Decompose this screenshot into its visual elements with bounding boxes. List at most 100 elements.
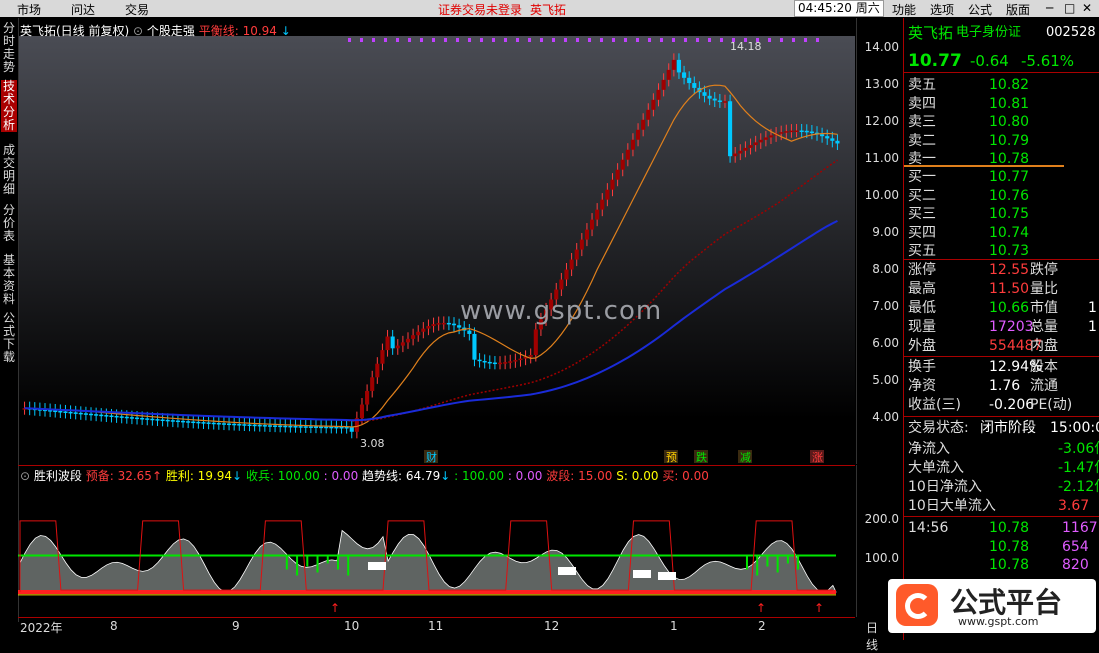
quote-row: 收益(三) -0.206 PE(动) <box>908 396 1098 414</box>
date-tick: 2 <box>758 619 766 633</box>
candle-body <box>303 426 308 428</box>
green-bar <box>347 555 350 576</box>
sub-buy: 买: 0.00 <box>662 469 709 483</box>
sub-tick-100: 100.0 <box>864 551 899 565</box>
nav-profile[interactable]: 基本资料 <box>1 254 17 306</box>
ma-mid-line <box>24 159 838 422</box>
nav-formula-download[interactable]: 公式下载 <box>1 312 17 364</box>
candle-body <box>728 101 733 157</box>
nav-trades[interactable]: 成交明细 <box>1 144 17 196</box>
quote-row: 外盘 554487 内盘 <box>908 337 1098 355</box>
green-bar <box>786 555 789 564</box>
candle-body <box>636 129 641 140</box>
candle-body <box>733 153 738 157</box>
green-bar <box>306 555 309 567</box>
candle-body <box>247 424 252 426</box>
green-bar <box>316 555 319 573</box>
buy-arrow-icon: ↑ <box>756 601 766 615</box>
clock: 04:45:20 周六 <box>794 0 884 17</box>
arrow-down-icon: ↓ <box>440 469 451 483</box>
period-selector[interactable]: 日线 <box>866 619 878 653</box>
nav-intraday[interactable]: 分时走势 <box>1 22 17 74</box>
nav-price-table[interactable]: 分价表 <box>1 204 17 243</box>
candle-body <box>799 130 804 132</box>
candle-body <box>298 426 303 428</box>
quote-row: 卖二 10.79 <box>908 132 1098 150</box>
candle-body <box>380 350 385 364</box>
quote-row: 大单流入 -1.47亿 <box>908 459 1099 477</box>
quote-pct: -5.61% <box>1021 52 1075 70</box>
candle-body <box>503 362 508 364</box>
chevron-down-icon[interactable]: ⊙ <box>20 469 34 483</box>
green-bar <box>326 555 329 564</box>
flow-value: -2.12亿 <box>1058 479 1099 495</box>
signal-marker <box>408 38 411 42</box>
candle-body <box>564 269 569 280</box>
candle-body <box>630 139 635 150</box>
restore-icon[interactable]: □ <box>1064 1 1075 15</box>
signal-marker <box>636 38 639 42</box>
stat-label-2: 总量 <box>1030 319 1058 335</box>
menu-trade[interactable]: 交易 <box>125 1 149 18</box>
quote-row: 买二 10.76 <box>908 187 1098 205</box>
logo-mark-icon <box>896 584 938 626</box>
menu-formula[interactable]: 公式 <box>968 1 992 18</box>
candle-body <box>221 423 226 425</box>
signal-marker <box>540 38 543 42</box>
candle-body <box>508 361 513 363</box>
candle-body <box>180 420 186 423</box>
date-tick: 1 <box>670 619 678 633</box>
close-icon[interactable]: ✕ <box>1082 1 1092 15</box>
signal-marker <box>492 38 495 42</box>
candle-body <box>58 411 63 413</box>
menu-function[interactable]: 功能 <box>892 1 916 18</box>
quote-concept-tag[interactable]: 电子身份证 <box>956 24 1021 42</box>
status-time: 15:00:0 <box>1050 420 1099 436</box>
flow-value: -3.06亿 <box>1058 441 1099 457</box>
quote-row: 净流入 -3.06亿 <box>908 440 1099 458</box>
candle-body <box>63 411 68 413</box>
candle-body <box>702 92 707 96</box>
candle-body <box>109 415 114 418</box>
candle-body <box>610 179 615 190</box>
candle-body <box>707 95 712 99</box>
tick-price: 10.78 <box>989 557 1030 573</box>
stat-label: 现量 <box>908 319 936 335</box>
menu-options[interactable]: 选项 <box>930 1 954 18</box>
price-tick: 12.00 <box>864 114 899 128</box>
candle-body <box>625 149 630 160</box>
signal-marker <box>564 38 567 42</box>
login-alert[interactable]: 证券交易未登录 <box>438 1 522 18</box>
signal-marker <box>588 38 591 42</box>
candle-body <box>349 427 354 432</box>
candle-body <box>451 323 457 326</box>
ask-price: 10.81 <box>989 95 1030 112</box>
bid-price: 10.73 <box>989 243 1030 259</box>
ask-price: 10.82 <box>989 77 1030 93</box>
candle-body <box>140 417 145 420</box>
candle-body <box>477 359 482 362</box>
menu-market[interactable]: 市场 <box>17 1 41 18</box>
stat-label-2: 内盘 <box>1030 338 1058 354</box>
menu-layout[interactable]: 版面 <box>1006 1 1030 18</box>
candle-body <box>119 416 124 418</box>
quote-row: 10日大单流入 3.67 <box>908 497 1098 515</box>
signal-marker <box>384 38 387 42</box>
sub-indicator-name[interactable]: 胜利波段 <box>34 469 82 483</box>
candlestick-chart[interactable]: 14.183.08财预跌减涨 <box>18 36 856 464</box>
minimize-icon[interactable]: ─ <box>1046 1 1053 15</box>
candle-body <box>559 279 564 290</box>
nav-technical[interactable]: 技术分析 <box>1 80 17 132</box>
sub-prep: 预备: 32.65 <box>85 469 152 483</box>
candle-body <box>273 425 278 427</box>
candle-body <box>313 426 319 429</box>
candle-body <box>257 424 262 427</box>
menu-wenda[interactable]: 问达 <box>71 1 95 18</box>
signal-marker <box>648 38 651 42</box>
bid-label: 买五 <box>908 243 936 259</box>
price-tick: 8.00 <box>872 262 899 276</box>
candle-body <box>129 417 134 419</box>
candle-body <box>794 130 799 132</box>
candle-body <box>216 423 221 425</box>
oscillator-chart[interactable]: ↑ ↑ ↑ <box>18 482 856 616</box>
